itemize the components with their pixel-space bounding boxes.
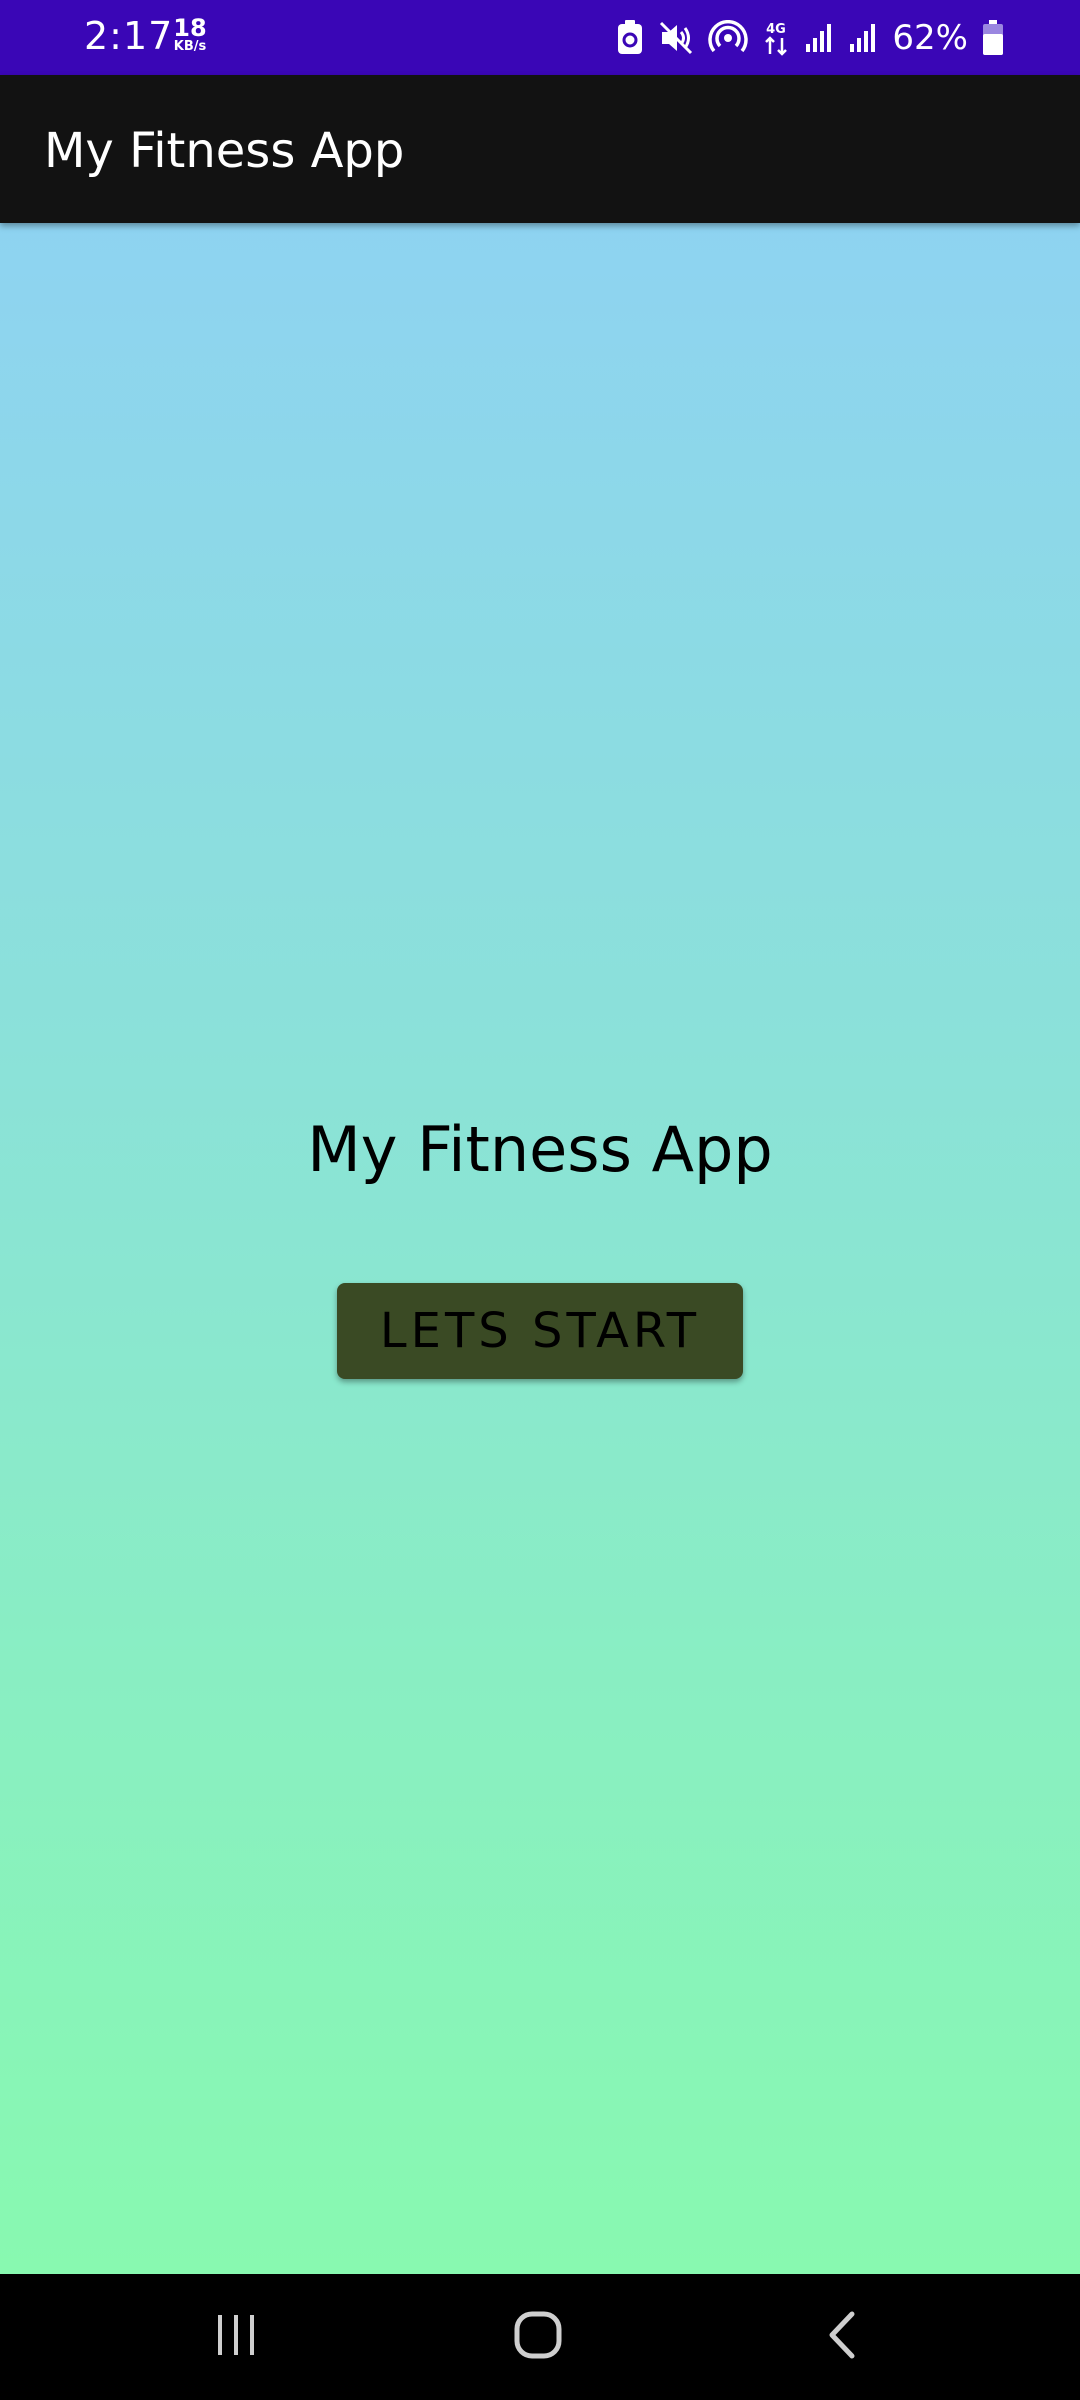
navigation-bar <box>0 2274 1080 2400</box>
battery-saver-icon <box>616 20 644 56</box>
status-icons: 4G 62% <box>616 14 1004 62</box>
back-icon <box>826 2310 858 2364</box>
status-bar: 2:17 18 KB/s 4G 62% <box>0 0 1080 75</box>
app-bar: My Fitness App <box>0 75 1080 223</box>
recents-button[interactable] <box>156 2274 316 2400</box>
battery-icon <box>982 20 1004 56</box>
home-button[interactable] <box>458 2274 618 2400</box>
hotspot-icon <box>708 20 749 56</box>
signal-icon <box>804 22 834 54</box>
signal-icon <box>848 22 878 54</box>
battery-percent: 62% <box>892 18 968 58</box>
mute-icon <box>658 20 694 56</box>
status-time: 2:17 <box>84 14 174 58</box>
network-type-label: 4G <box>767 22 787 37</box>
home-icon <box>513 2310 563 2364</box>
page-title: My Fitness App <box>307 1113 773 1186</box>
network-speed-value: 18 <box>173 14 207 42</box>
screen: 2:17 18 KB/s 4G 62% My Fitness App My Fi… <box>0 0 1080 2400</box>
data-arrows-icon: 4G <box>762 20 790 56</box>
back-button[interactable] <box>762 2274 922 2400</box>
app-bar-title: My Fitness App <box>44 123 405 179</box>
main-content: My Fitness App LETS START <box>0 223 1080 2274</box>
network-speed-unit: KB/s <box>173 39 207 54</box>
network-speed: 18 KB/s <box>170 16 210 54</box>
lets-start-button[interactable]: LETS START <box>337 1283 743 1379</box>
recents-icon <box>214 2313 258 2361</box>
